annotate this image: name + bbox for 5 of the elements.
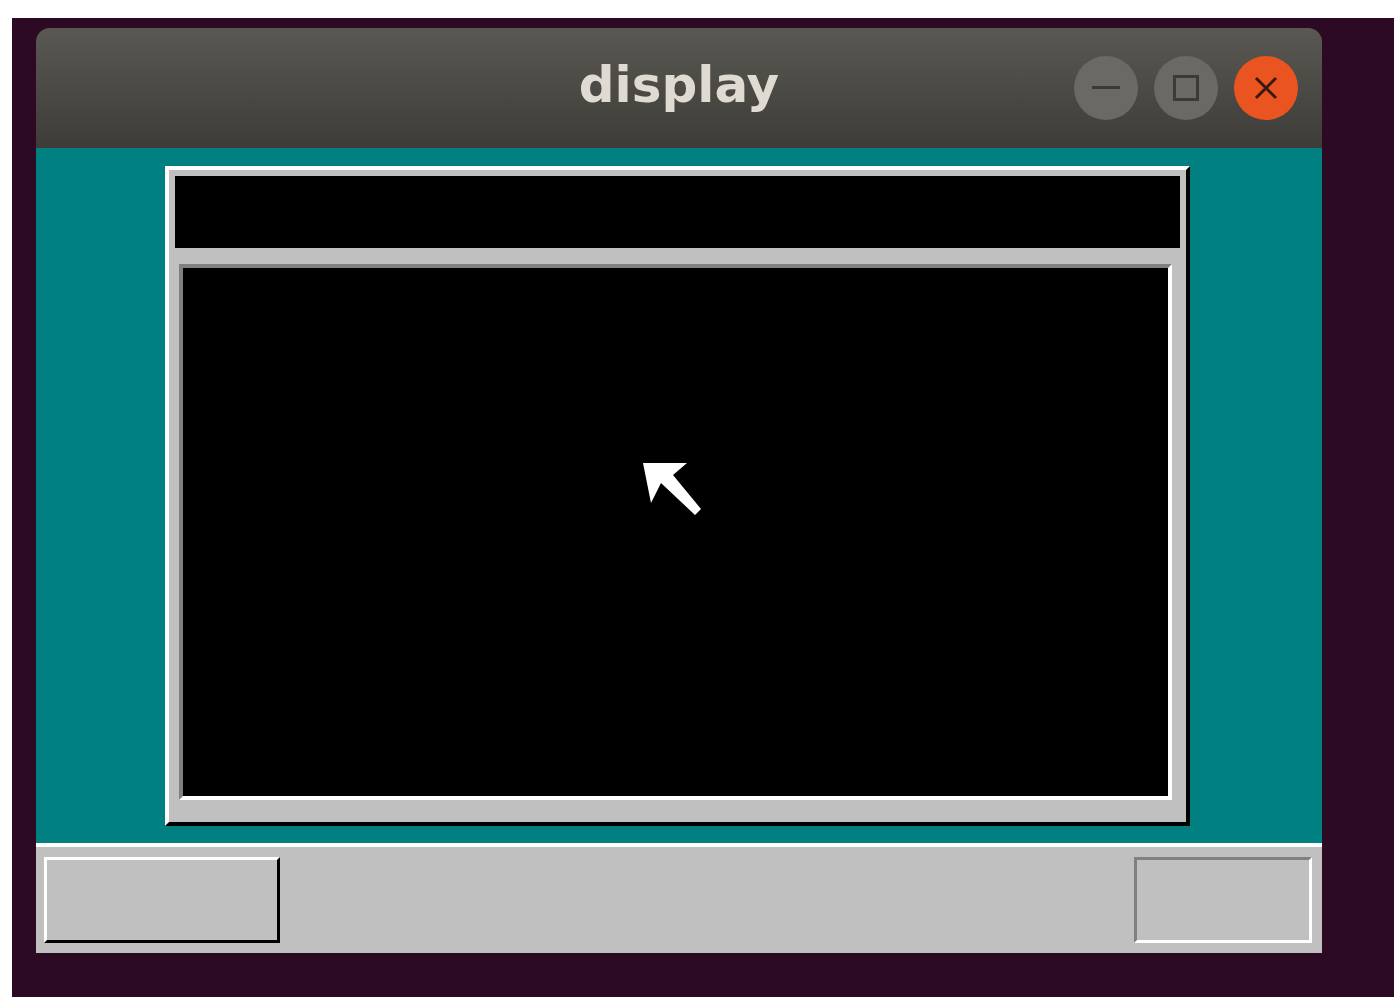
- left-button[interactable]: [44, 857, 280, 943]
- minimize-icon: [1092, 86, 1120, 90]
- window-title: display: [578, 56, 780, 116]
- close-icon: [1254, 76, 1278, 100]
- maximize-icon: [1173, 75, 1199, 101]
